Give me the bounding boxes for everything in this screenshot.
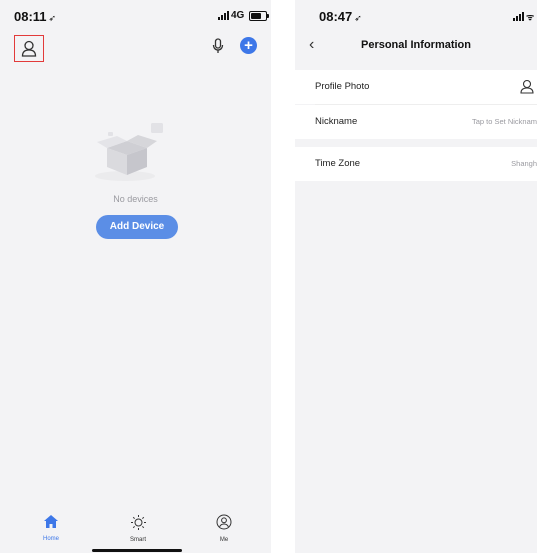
open-box-icon [95,123,163,181]
avatar [520,79,534,99]
plus-icon: + [244,37,253,54]
profile-photo-row[interactable]: Profile Photo [295,70,537,104]
user-icon [520,79,534,94]
tab-home[interactable]: Home [26,514,76,542]
location-arrow-icon: ➶ [48,13,57,23]
status-time: 08:11 ➶ [14,9,57,24]
time-zone-label: Time Zone [315,158,361,169]
tab-smart[interactable]: Smart [113,514,163,543]
time-zone-row[interactable]: Time Zone Shangh [295,147,537,181]
wifi-icon: ᯤ [526,12,535,22]
empty-state-text: No devices [113,194,158,204]
tab-me[interactable]: Me [199,514,249,543]
time-zone-value: Shangh [511,159,537,168]
tab-smart-label: Smart [129,537,146,543]
home-screen: 08:11 ➶ 4G + No devices Add Device Home … [0,0,271,553]
status-time: 08:47 ➶ [319,9,362,24]
nickname-label: Nickname [315,116,358,127]
profile-photo-label: Profile Photo [315,81,370,92]
profile-button[interactable] [14,35,44,62]
home-icon [44,515,58,528]
user-icon [21,40,37,57]
add-device-button[interactable]: Add Device [96,215,178,239]
signal-indicator: ᯤ [513,10,534,23]
add-button[interactable]: + [240,37,257,54]
location-arrow-icon: ➶ [354,13,362,23]
microphone-icon [212,38,224,53]
sun-icon [130,515,146,530]
cellular-signal-icon [218,11,229,20]
signal-indicator: 4G [218,10,270,21]
home-indicator [92,549,182,552]
status-bar: 08:47 ➶ ᯤ [295,0,537,32]
tab-me-label: Me [219,537,229,543]
status-bar: 08:11 ➶ 4G [0,0,271,32]
nickname-row[interactable]: Nickname Tap to Set Nicknam [295,105,537,139]
cellular-signal-icon [513,12,524,21]
tab-bar: Home Smart Me [0,508,271,553]
profile-icon [216,514,232,530]
tab-home-label: Home [42,536,59,542]
network-label: 4G [231,10,245,21]
empty-box-illustration [93,120,173,187]
personal-information-screen: 08:47 ➶ ᯤ ‹ Personal Information Profile … [295,0,537,553]
navigation-bar: ‹ Personal Information [295,32,537,60]
battery-icon [249,10,270,21]
nickname-value: Tap to Set Nicknam [471,117,537,126]
voice-button[interactable] [212,38,224,59]
page-title: Personal Information [360,39,472,51]
